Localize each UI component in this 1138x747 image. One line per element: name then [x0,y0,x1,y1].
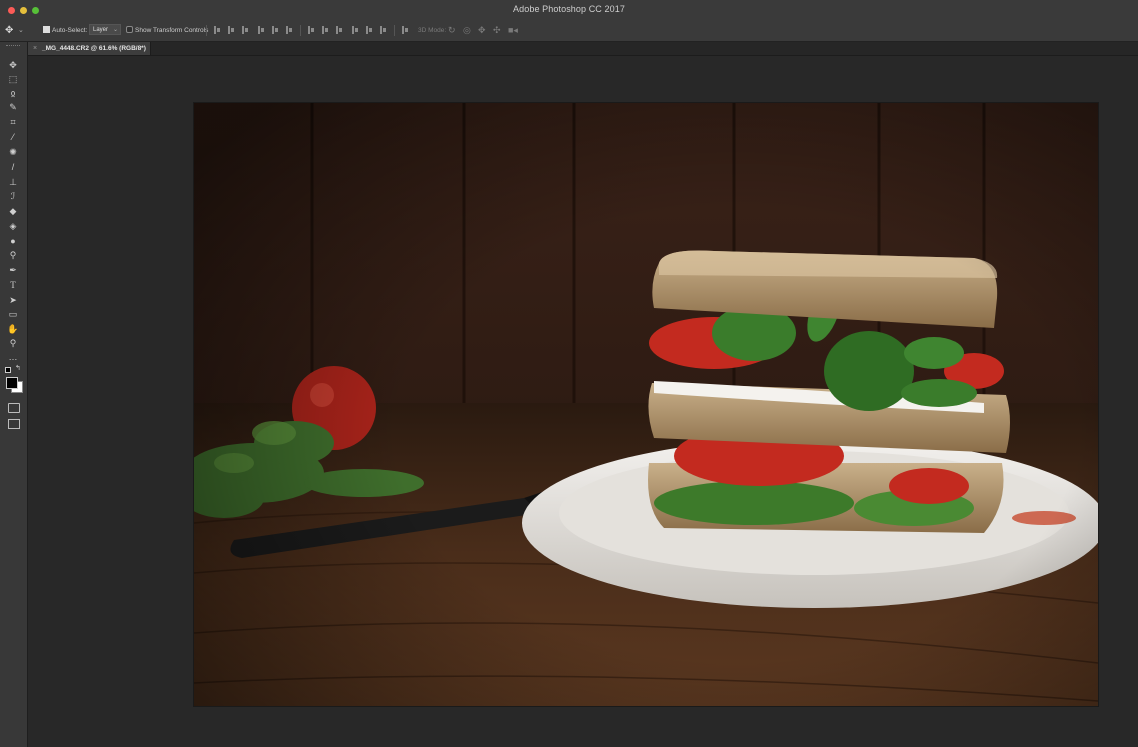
auto-select-label: Auto-Select: [52,27,88,34]
crop-tool-icon[interactable]: ⌗ [6,116,20,128]
align-vertical-center-icon[interactable] [228,26,234,34]
magic-wand-tool-icon[interactable]: ✎ [6,101,20,113]
close-tab-icon[interactable]: × [33,42,37,55]
chevron-down-icon: ⌄ [112,27,118,33]
more-tools-icon[interactable]: … [6,351,20,363]
3d-slide-icon[interactable]: ✣ [493,24,501,37]
move-tool-icon[interactable]: ✥ [5,24,13,37]
distribute-right-icon[interactable] [380,26,386,34]
healing-brush-tool-icon[interactable]: ✺ [6,146,20,158]
move-tool-icon[interactable]: ✥ [6,59,20,71]
blur-tool-icon[interactable]: ● [6,235,20,247]
align-horizontal-center-icon[interactable] [272,26,278,34]
swap-colors-icon[interactable]: ↰ [15,364,21,372]
eyedropper-tool-icon[interactable]: ⁄ [6,131,20,143]
options-bar: ✥ ⌄ Auto-Select: Layer ⌄ Show Transform … [0,20,1138,42]
document-canvas-image[interactable] [184,103,1106,706]
hand-tool-icon[interactable]: ✋ [6,323,20,335]
app-title: Adobe Photoshop CC 2017 [513,4,625,14]
3d-pan-icon[interactable]: ✥ [478,24,486,37]
3d-orbit-icon[interactable]: ↻ [448,24,456,37]
show-transform-checkbox[interactable] [126,26,133,33]
pen-tool-icon[interactable]: ✒ [6,264,20,276]
align-right-icon[interactable] [286,26,292,34]
zoom-tool-icon[interactable]: ⚲ [6,337,20,349]
quick-mask-icon[interactable] [8,403,20,413]
path-selection-tool-icon[interactable]: ➤ [6,294,20,306]
3d-roll-icon[interactable]: ◎ [463,24,471,37]
default-colors-icon[interactable] [5,367,11,373]
tools-panel: ✥ ⬚ ჲ ✎ ⌗ ⁄ ✺ / ⊥ ℐ ◆ ◈ ● ⚲ ✒ T ➤ ▭ ✋ ⚲ … [0,42,28,747]
document-tab[interactable]: × _MG_4448.CR2 @ 61.6% (RGB/8*) [28,42,151,55]
align-bottom-icon[interactable] [242,26,248,34]
document-tab-title: _MG_4448.CR2 @ 61.6% (RGB/8*) [42,45,146,52]
show-transform-label: Show Transform Controls [135,27,209,34]
auto-select-target-value: Layer [93,27,109,33]
marquee-tool-icon[interactable]: ⬚ [6,73,20,85]
lasso-tool-icon[interactable]: ჲ [6,87,20,99]
align-left-icon[interactable] [258,26,264,34]
3d-scale-icon[interactable]: ■◂ [508,24,518,37]
type-tool-icon[interactable]: T [6,279,20,291]
distribute-left-icon[interactable] [352,26,358,34]
auto-select-checkbox[interactable] [43,26,50,33]
screen-mode-icon[interactable] [8,419,20,429]
distribute-horizontal-center-icon[interactable] [366,26,372,34]
tool-preset-chevron-icon[interactable]: ⌄ [18,24,24,37]
title-bar: Adobe Photoshop CC 2017 [0,0,1138,21]
separator [206,25,207,36]
auto-align-layers-icon[interactable] [402,26,408,34]
rectangle-tool-icon[interactable]: ▭ [6,308,20,320]
brush-tool-icon[interactable]: / [6,161,20,173]
3d-mode-label: 3D Mode: [418,27,447,34]
distribute-vertical-center-icon[interactable] [322,26,328,34]
sandwich-photo [184,103,1106,706]
auto-select-target-dropdown[interactable]: Layer ⌄ [89,24,121,35]
clone-stamp-tool-icon[interactable]: ⊥ [6,176,20,188]
distribute-top-icon[interactable] [308,26,314,34]
panel-grip[interactable] [6,45,20,48]
distribute-bottom-icon[interactable] [336,26,342,34]
dodge-tool-icon[interactable]: ⚲ [6,249,20,261]
eraser-tool-icon[interactable]: ◆ [6,205,20,217]
separator [300,25,301,36]
separator [394,25,395,36]
foreground-color-swatch[interactable] [6,377,18,389]
document-tab-bar: × _MG_4448.CR2 @ 61.6% (RGB/8*) [28,42,1138,56]
paint-bucket-tool-icon[interactable]: ◈ [6,220,20,232]
history-brush-tool-icon[interactable]: ℐ [6,190,20,202]
align-top-icon[interactable] [214,26,220,34]
